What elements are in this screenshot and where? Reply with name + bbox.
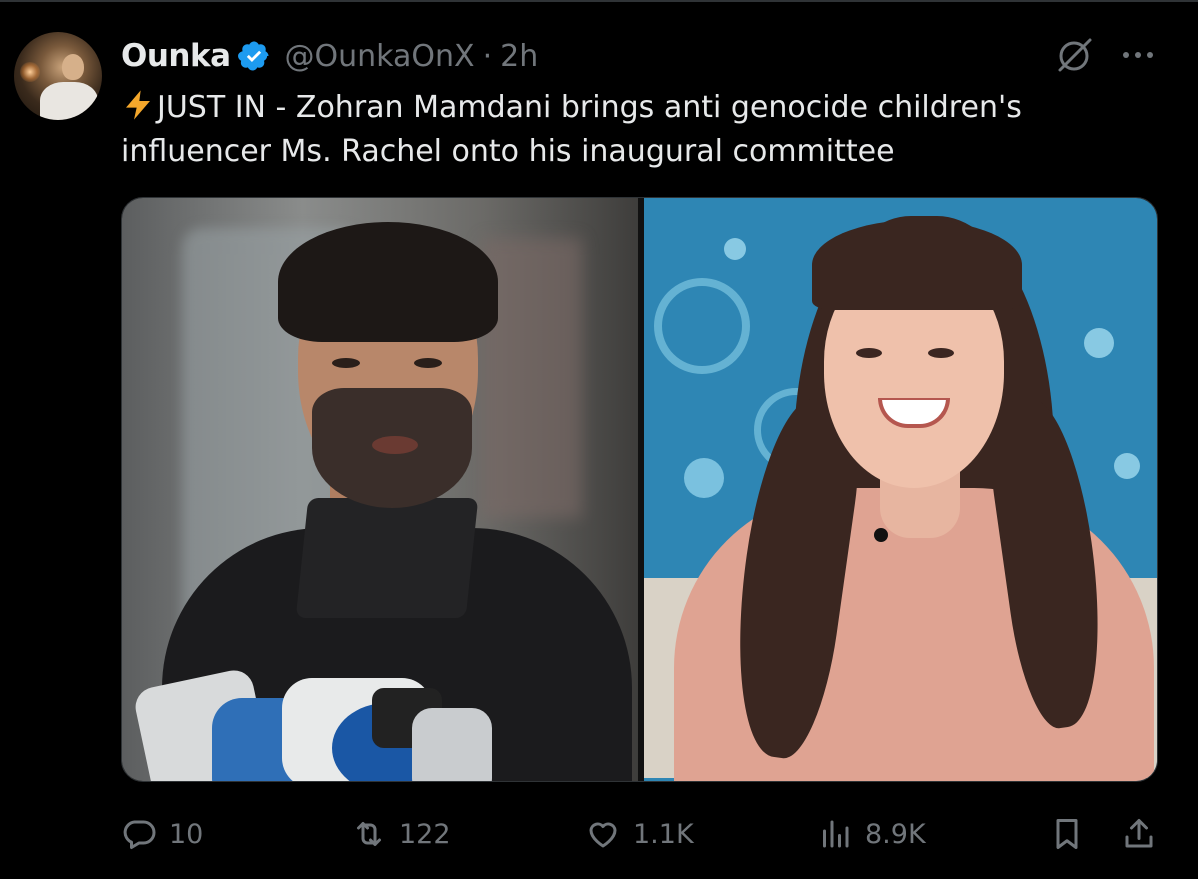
views-button[interactable]: 8.9K [817, 808, 926, 860]
photo-bg-swirl [654, 278, 750, 374]
photo-collar [295, 498, 479, 618]
share-icon [1125, 819, 1153, 848]
handle[interactable]: @OunkaOnX [285, 39, 475, 74]
tweet-text-line-1: JUST IN - Zohran Mamdani brings anti gen… [157, 90, 1022, 125]
tweet-text-line-2: influencer Ms. Rachel onto his inaugural… [121, 134, 895, 169]
avatar-body [40, 82, 98, 120]
photo-hair [812, 220, 1022, 310]
retweet-button[interactable]: 122 [351, 808, 451, 860]
media-photo-2[interactable] [644, 198, 1157, 781]
reply-button[interactable]: 10 [121, 808, 203, 860]
like-button[interactable]: 1.1K [585, 808, 694, 860]
tweet-text: JUST IN - Zohran Mamdani brings anti gen… [121, 86, 1141, 174]
heart-icon [589, 822, 617, 848]
photo-bg-dot [724, 238, 746, 260]
bookmark-button[interactable] [1049, 808, 1085, 860]
tweet-media [121, 197, 1158, 782]
display-name[interactable]: Ounka [121, 38, 231, 74]
reply-icon [123, 820, 156, 849]
bookmark-icon [1056, 819, 1078, 849]
photo-bg-dot [1114, 453, 1140, 479]
photo-bg-dot [684, 458, 724, 498]
tweet-card[interactable]: Ounka @OunkaOnX · 2h JUST IN - Zohran Ma… [0, 0, 1198, 879]
timestamp[interactable]: 2h [500, 39, 538, 74]
grok-icon[interactable] [1052, 34, 1096, 78]
photo-mouth [372, 436, 418, 454]
share-button[interactable] [1121, 808, 1157, 860]
separator-dot: · [482, 38, 493, 74]
retweet-count: 122 [399, 818, 451, 850]
tweet-actions: 10 122 1.1K 8.9K [121, 808, 1158, 860]
more-icon[interactable] [1118, 42, 1158, 68]
avatar[interactable] [14, 32, 102, 120]
photo-eye [856, 348, 882, 358]
media-photo-1[interactable] [122, 198, 638, 781]
views-count: 8.9K [865, 818, 926, 850]
photo-hair [278, 222, 498, 342]
avatar-light [20, 62, 40, 82]
photo-microphone [412, 708, 492, 781]
photo-eye [332, 358, 360, 368]
reply-count: 10 [169, 818, 204, 850]
like-count: 1.1K [633, 818, 694, 850]
photo-lapel-mic [874, 528, 888, 542]
photo-bg-dot [1084, 328, 1114, 358]
photo-eye [928, 348, 954, 358]
views-chart-icon [823, 820, 849, 848]
lightning-bolt-icon [126, 90, 150, 120]
avatar-face [62, 54, 84, 80]
tweet-header: Ounka @OunkaOnX · 2h [121, 36, 538, 76]
photo-eye [414, 358, 442, 368]
retweet-icon [357, 822, 381, 846]
verified-badge-icon [237, 41, 269, 71]
